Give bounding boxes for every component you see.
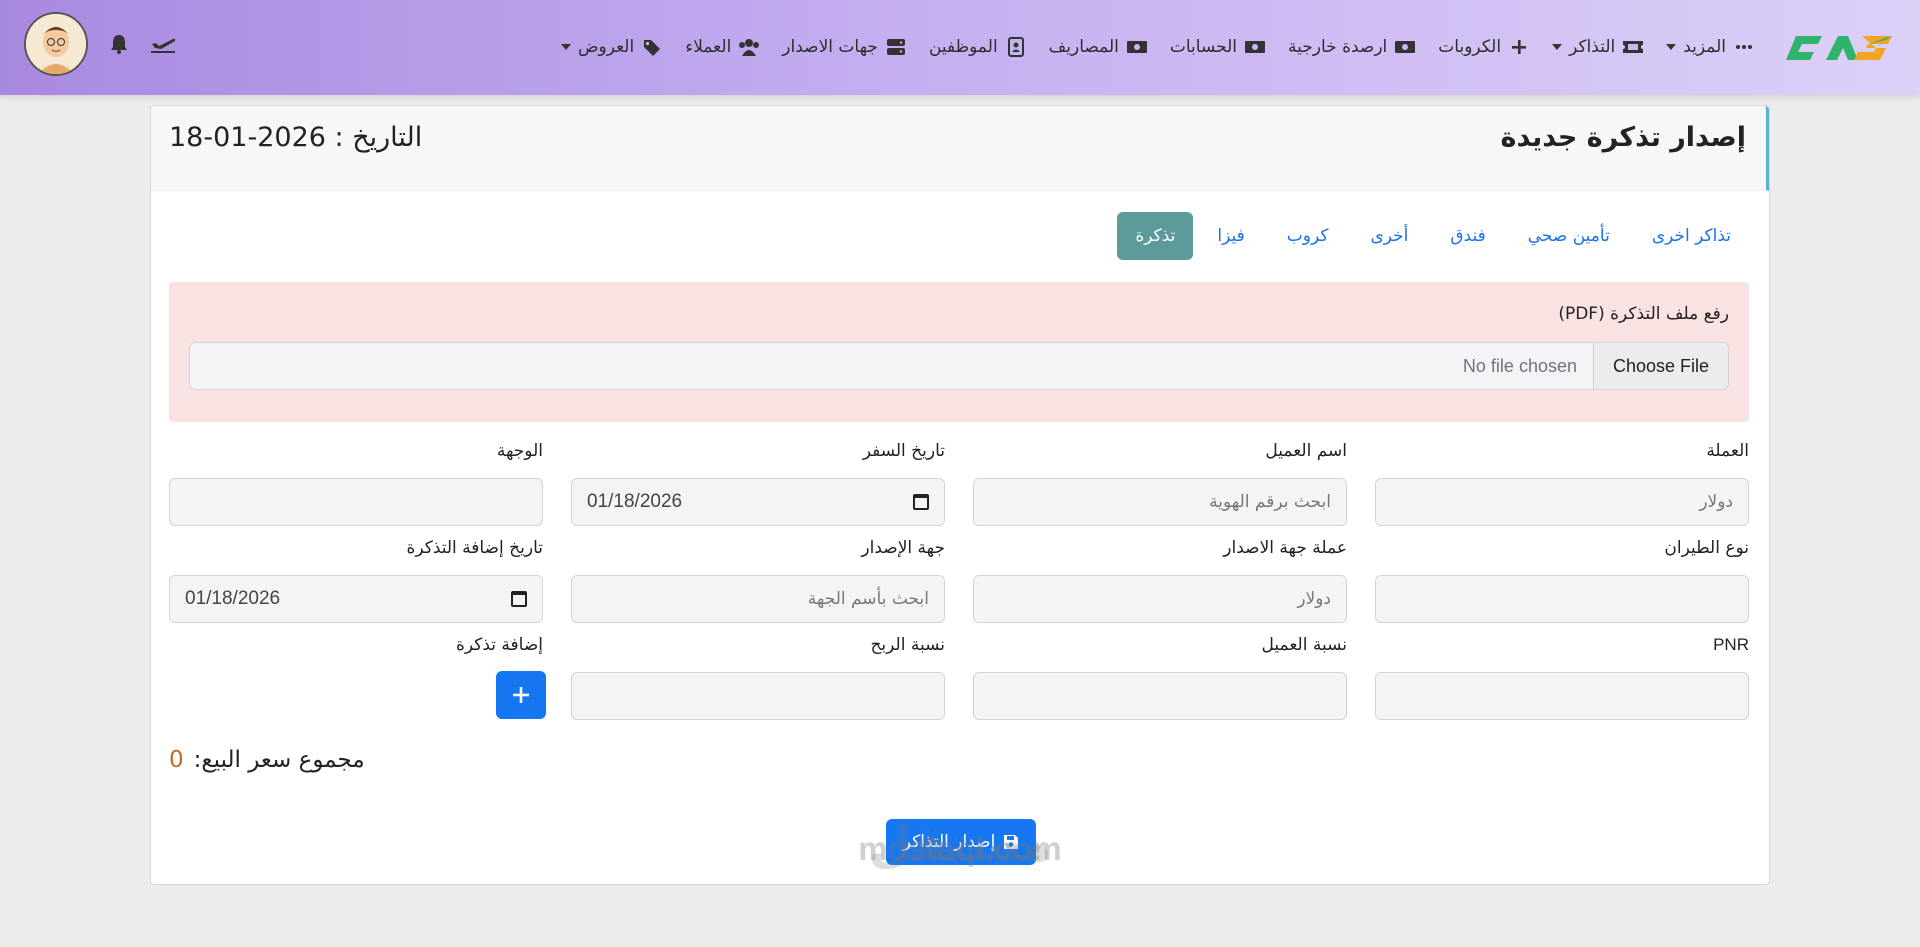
add-ticket-button[interactable] xyxy=(496,671,546,719)
chevron-down-icon xyxy=(560,44,571,50)
main-nav-menu: العروض العملاء جهات الاصدار الموظفين الم… xyxy=(560,32,1755,62)
file-status: No file chosen xyxy=(1462,355,1577,376)
destination-label: الوجهة xyxy=(496,441,543,461)
ticket-add-date-label: تاريخ إضافة التذكرة xyxy=(406,538,543,558)
nav-item-external-balances[interactable]: ارصدة خارجية xyxy=(1288,37,1416,57)
watermark: mostaql.com xyxy=(858,830,1062,867)
nav-left-tools xyxy=(24,12,176,76)
nav-item-expenses[interactable]: المصاريف xyxy=(1049,37,1148,57)
travel-date-value: 01/18/2026 xyxy=(587,491,683,512)
currency-select[interactable]: دولار xyxy=(1375,478,1749,526)
pdf-upload-section: رفع ملف التذكرة (PDF) Choose File No fil… xyxy=(169,282,1749,422)
profit-ratio-input[interactable] xyxy=(571,672,945,720)
page-title: إصدار تذكرة جديدة xyxy=(1500,122,1746,153)
calendar-icon[interactable] xyxy=(913,494,929,510)
money-icon xyxy=(1244,38,1266,56)
nav-item-label: ارصدة خارجية xyxy=(1288,37,1388,57)
users-icon xyxy=(738,38,760,56)
ticket-add-date-input[interactable]: 01/18/2026 xyxy=(169,575,543,623)
tab-hotel[interactable]: فندق xyxy=(1432,212,1503,260)
tab-health-insurance[interactable]: تأمين صحي xyxy=(1510,212,1628,260)
calendar-icon[interactable] xyxy=(511,591,527,607)
client-ratio-input[interactable] xyxy=(973,672,1347,720)
client-search-input[interactable]: ابحث برقم الهوية xyxy=(973,478,1347,526)
airline-input[interactable] xyxy=(1375,575,1749,623)
tab-visa[interactable]: فيزا xyxy=(1199,212,1262,260)
travel-date-label: تاريخ السفر xyxy=(862,441,945,461)
chevron-down-icon xyxy=(1666,44,1677,50)
ellipsis-icon xyxy=(1733,38,1755,56)
pnr-label: PNR xyxy=(1713,635,1749,654)
tags-icon xyxy=(641,38,663,56)
tab-other-tickets[interactable]: تذاكر اخرى xyxy=(1634,212,1749,260)
tab-group[interactable]: كروب xyxy=(1269,212,1347,260)
plus-icon xyxy=(513,687,529,703)
money-icon xyxy=(1126,38,1148,56)
profit-ratio-label: نسبة الربح xyxy=(870,635,945,655)
nav-item-label: جهات الاصدار xyxy=(782,37,878,57)
issuer-search-input[interactable]: ابحث بأسم الجهة xyxy=(571,575,945,623)
nav-item-groups[interactable]: الكروبات xyxy=(1438,37,1530,57)
id-card-icon xyxy=(1005,37,1027,57)
destination-input[interactable] xyxy=(169,478,543,526)
nav-item-issuers[interactable]: جهات الاصدار xyxy=(782,37,907,57)
add-ticket-label: إضافة تذكرة xyxy=(455,635,543,655)
plane-departure-icon[interactable] xyxy=(150,31,176,57)
server-icon xyxy=(885,38,907,56)
pnr-input[interactable] xyxy=(1375,672,1749,720)
total-label: مجموع سعر البيع: xyxy=(193,747,365,773)
nav-item-tickets[interactable]: التذاكر xyxy=(1552,37,1644,57)
ticket-type-tabs: تذكرة فيزا كروب أخرى فندق تأمين صحي تذاك… xyxy=(1117,212,1749,260)
issuer-currency-label: عملة جهة الاصدار xyxy=(1223,538,1347,558)
money-icon xyxy=(1394,38,1416,56)
nav-item-more[interactable]: المزيد xyxy=(1666,37,1755,57)
issuer-currency-select[interactable]: دولار xyxy=(973,575,1347,623)
nav-item-accounts[interactable]: الحسابات xyxy=(1170,37,1266,57)
nav-item-label: الكروبات xyxy=(1438,37,1502,57)
nav-item-label: العملاء xyxy=(685,37,732,57)
travel-date-input[interactable]: 01/18/2026 xyxy=(571,478,945,526)
total-sale-price: مجموع سعر البيع: 0 xyxy=(169,747,365,773)
nav-item-employees[interactable]: الموظفين xyxy=(929,37,1027,57)
tab-other[interactable]: أخرى xyxy=(1352,212,1426,260)
nav-item-label: الحسابات xyxy=(1169,37,1238,57)
nav-item-label: العروض xyxy=(577,37,635,57)
card-header: إصدار تذكرة جديدة التاريخ : 2026-01-18 xyxy=(151,106,1769,191)
logo[interactable] xyxy=(1782,22,1902,72)
upload-label: رفع ملف التذكرة (PDF) xyxy=(1558,304,1729,324)
current-date: التاريخ : 2026-01-18 xyxy=(169,122,423,153)
bell-icon[interactable] xyxy=(106,31,132,57)
pdf-file-input[interactable]: Choose File No file chosen xyxy=(189,342,1729,390)
plus-icon xyxy=(1508,38,1530,56)
nav-item-clients[interactable]: العملاء xyxy=(685,37,760,57)
chevron-down-icon xyxy=(1552,44,1563,50)
airline-label: نوع الطيران xyxy=(1664,538,1749,558)
choose-file-button[interactable]: Choose File xyxy=(1593,343,1728,389)
nav-item-label: المزيد xyxy=(1683,37,1726,57)
ticket-icon xyxy=(1622,38,1644,56)
client-name-label: اسم العميل xyxy=(1265,441,1347,461)
ticket-add-date-value: 01/18/2026 xyxy=(185,588,281,609)
nav-item-label: الموظفين xyxy=(928,37,998,57)
tab-ticket[interactable]: تذكرة xyxy=(1117,212,1194,260)
total-value: 0 xyxy=(169,747,184,773)
nav-item-offers[interactable]: العروض xyxy=(560,37,663,57)
issue-ticket-card: إصدار تذكرة جديدة التاريخ : 2026-01-18 ت… xyxy=(150,105,1770,885)
client-ratio-label: نسبة العميل xyxy=(1261,635,1347,655)
currency-label: العملة xyxy=(1706,441,1749,461)
nav-item-label: المصاريف xyxy=(1048,37,1119,57)
issuer-label: جهة الإصدار xyxy=(861,538,945,558)
top-navbar: العروض العملاء جهات الاصدار الموظفين الم… xyxy=(0,0,1920,95)
avatar[interactable] xyxy=(24,12,88,76)
nav-item-label: التذاكر xyxy=(1569,37,1616,57)
